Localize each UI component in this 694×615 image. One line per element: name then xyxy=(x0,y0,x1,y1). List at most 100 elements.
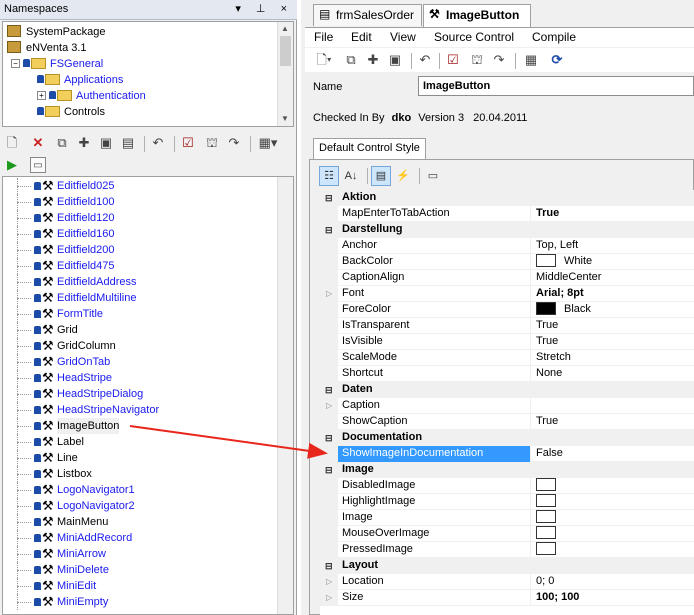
undo-icon[interactable]: ↶ xyxy=(417,52,433,68)
property-category[interactable]: ⊟ Darstellung xyxy=(320,222,694,238)
tree-scrollbar[interactable]: ▲ ▼ xyxy=(277,22,293,126)
scroll-thumb[interactable] xyxy=(280,36,291,66)
list-item[interactable]: ⚒ MiniEdit xyxy=(3,578,277,594)
revert-icon[interactable]: ↷ xyxy=(491,52,507,68)
property-value[interactable]: Stretch xyxy=(532,350,694,366)
expand-icon[interactable]: ▷ xyxy=(326,398,332,413)
property-row[interactable]: ShowCaption True xyxy=(320,414,694,430)
property-row[interactable]: HighlightImage xyxy=(320,493,694,510)
expand-icon[interactable]: ▷ xyxy=(326,590,332,605)
copy-icon[interactable]: ⧉ xyxy=(343,52,359,68)
menu-source-control[interactable]: Source Control xyxy=(434,30,514,44)
sort-alpha-icon[interactable]: A↓ xyxy=(341,166,361,186)
list-item[interactable]: ⚒ Label xyxy=(3,434,277,450)
preview-icon[interactable]: ▭ xyxy=(30,157,46,173)
property-value[interactable] xyxy=(532,541,694,558)
collapse-icon[interactable]: ⊟ xyxy=(325,226,333,235)
property-value[interactable]: MiddleCenter xyxy=(532,270,694,286)
checkin-icon[interactable]: ☑ xyxy=(445,52,461,68)
list-item[interactable]: ⚒ HeadStripe xyxy=(3,370,277,386)
list-item[interactable]: ⚒ Line xyxy=(3,450,277,466)
menu-view[interactable]: View xyxy=(390,30,416,44)
list-item[interactable]: ⚒ FormTitle xyxy=(3,306,277,322)
scroll-up-icon[interactable]: ▲ xyxy=(281,24,289,33)
tab-frmsalesorder[interactable]: ▤ frmSalesOrder xyxy=(313,4,422,26)
run-icon[interactable]: ▶ xyxy=(4,157,20,173)
property-row[interactable]: ▷ Location 0; 0 xyxy=(320,574,694,590)
tree-node-enventa[interactable]: eNVenta 3.1 xyxy=(7,40,87,56)
collapse-icon[interactable]: ⊟ xyxy=(325,562,333,571)
list-item[interactable]: ⚒ MiniAddRecord xyxy=(3,530,277,546)
checkin-icon[interactable]: ☑ xyxy=(180,135,196,151)
collapse-icon[interactable]: ⊟ xyxy=(325,194,333,203)
property-row[interactable]: MouseOverImage xyxy=(320,525,694,542)
list-item[interactable]: ⚒ LogoNavigator1 xyxy=(3,482,277,498)
checkout-icon[interactable]: ⛫ xyxy=(204,135,220,151)
property-category[interactable]: ⊟ Image xyxy=(320,462,694,478)
list-item[interactable]: ⚒ Editfield120 xyxy=(3,210,277,226)
events-icon[interactable]: ⚡ xyxy=(393,166,413,186)
property-pages-icon[interactable]: ▭ xyxy=(423,166,443,186)
property-row[interactable]: ForeColor Black xyxy=(320,301,694,318)
tree-node-fsgeneral[interactable]: − FSGeneral xyxy=(11,56,103,72)
save-icon[interactable]: ▣ xyxy=(387,52,403,68)
list-item[interactable]: ⚒ Editfield100 xyxy=(3,194,277,210)
property-value[interactable]: False xyxy=(532,446,694,462)
property-row[interactable]: PressedImage xyxy=(320,541,694,558)
property-row[interactable]: Image xyxy=(320,509,694,526)
menu-edit[interactable]: Edit xyxy=(351,30,372,44)
property-value[interactable]: True xyxy=(532,414,694,430)
list-item[interactable]: ⚒ Grid xyxy=(3,322,277,338)
property-value[interactable]: None xyxy=(532,366,694,382)
tree-node-systempackage[interactable]: SystemPackage xyxy=(7,24,105,40)
list-item[interactable]: ⚒ MiniDelete xyxy=(3,562,277,578)
property-value[interactable] xyxy=(532,509,694,526)
property-value[interactable] xyxy=(532,525,694,542)
puzzle-icon[interactable]: ✚ xyxy=(365,52,381,68)
list-item[interactable]: ⚒ GridOnTab xyxy=(3,354,277,370)
property-value[interactable]: 0; 0 xyxy=(532,574,694,590)
refresh-icon[interactable]: ⟳ xyxy=(549,52,565,68)
puzzle-icon[interactable]: ✚ xyxy=(76,135,92,151)
list-item[interactable]: ⚒ GridColumn xyxy=(3,338,277,354)
tab-imagebutton[interactable]: ⚒ ImageButton xyxy=(423,4,531,27)
property-category[interactable]: ⊟ Documentation xyxy=(320,430,694,446)
name-field[interactable]: ImageButton xyxy=(418,76,694,96)
list-item[interactable]: ⚒ MiniArrow xyxy=(3,546,277,562)
tree-node-applications[interactable]: Applications xyxy=(37,72,123,88)
scroll-down-icon[interactable]: ▼ xyxy=(281,114,289,123)
list-scrollbar[interactable] xyxy=(277,177,293,614)
property-value[interactable]: 100; 100 xyxy=(532,590,694,606)
property-value[interactable] xyxy=(532,493,694,510)
checkout-icon[interactable]: ⛫ xyxy=(469,52,485,68)
property-row[interactable]: MapEnterToTabAction True xyxy=(320,206,694,222)
property-row[interactable]: IsTransparent True xyxy=(320,318,694,334)
collapse-icon[interactable]: ⊟ xyxy=(325,466,333,475)
property-value[interactable] xyxy=(532,398,694,414)
list-item[interactable]: ⚒ Editfield200 xyxy=(3,242,277,258)
categorized-icon[interactable]: ☷ xyxy=(319,166,339,186)
property-row[interactable]: DisabledImage xyxy=(320,477,694,494)
grid-dropdown-icon[interactable]: ▦▾ xyxy=(256,135,280,151)
save-all-icon[interactable]: ▤ xyxy=(120,135,136,151)
list-item[interactable]: ⚒ EditfieldAddress xyxy=(3,274,277,290)
new-file-icon[interactable]: 🗋 xyxy=(4,135,20,151)
property-value[interactable] xyxy=(532,477,694,494)
collapse-icon[interactable]: − xyxy=(11,58,20,68)
property-value[interactable]: White xyxy=(532,253,694,270)
property-row[interactable]: IsVisible True xyxy=(320,334,694,350)
list-item[interactable]: ⚒ Editfield160 xyxy=(3,226,277,242)
property-row[interactable]: ScaleMode Stretch xyxy=(320,350,694,366)
property-category[interactable]: ⊟ Layout xyxy=(320,558,694,574)
undo-icon[interactable]: ↶ xyxy=(150,135,166,151)
delete-icon[interactable]: ✕ xyxy=(30,135,46,151)
menu-file[interactable]: File xyxy=(314,30,333,44)
property-row[interactable]: ShowImageInDocumentation False xyxy=(320,446,694,462)
expand-icon[interactable]: ▷ xyxy=(326,574,332,589)
tree-node-authentication[interactable]: + Authentication xyxy=(37,88,146,104)
panel-header-buttons[interactable]: ▾ ⊥ × xyxy=(235,2,293,15)
list-item[interactable]: ⚒ ImageButton xyxy=(3,418,277,434)
tree-node-controls[interactable]: Controls xyxy=(37,104,105,120)
property-category[interactable]: ⊟ Daten xyxy=(320,382,694,398)
property-value[interactable]: True xyxy=(532,334,694,350)
